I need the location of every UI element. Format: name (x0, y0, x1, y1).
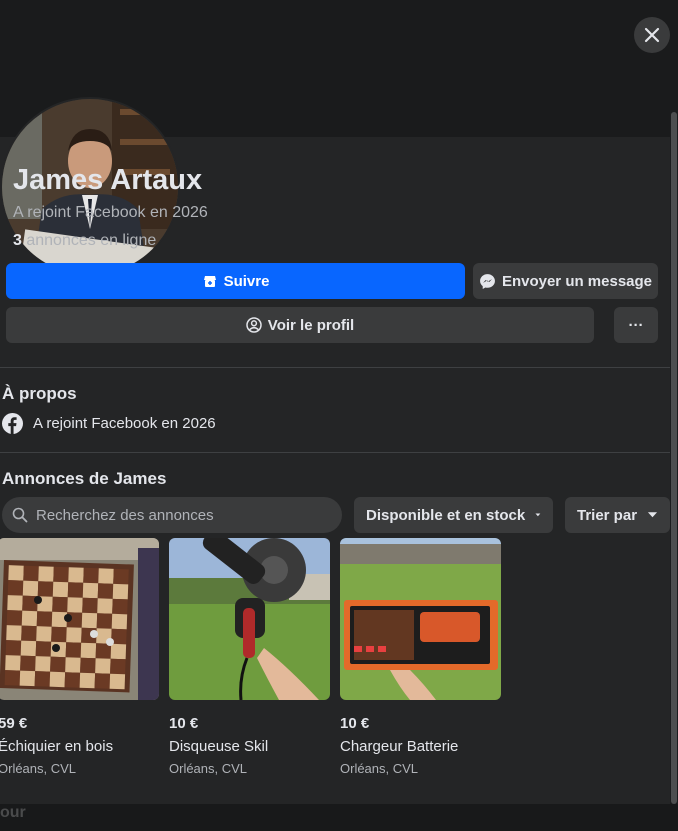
listing-location: Orléans, CVL (169, 761, 248, 776)
sort-dropdown-label: Trier par (577, 506, 638, 524)
profile-joined: A rejoint Facebook en 2026 (13, 204, 208, 221)
listings-count: 3 annonces en ligne (13, 232, 156, 250)
caret-down-icon (535, 513, 541, 517)
search-listings[interactable] (2, 497, 342, 533)
listing-photo-chessboard[interactable] (0, 538, 159, 700)
profile-name: James Artaux (13, 164, 203, 196)
listing-card[interactable]: 10 € Chargeur Batterie Orléans, CVL (340, 538, 501, 776)
view-profile-label: Voir le profil (267, 316, 355, 334)
more-options-icon: ··· (628, 316, 644, 334)
listing-title: Disqueuse Skil (169, 738, 269, 755)
divider (0, 452, 670, 453)
listing-price: 10 € (340, 715, 370, 732)
sort-dropdown[interactable]: Trier par (565, 497, 670, 533)
follow-button-label: Suivre (223, 272, 270, 290)
listings-count-number: 3 (13, 232, 22, 249)
availability-dropdown[interactable]: Disponible et en stock (354, 497, 553, 533)
more-options-button[interactable]: ··· (614, 307, 658, 343)
listing-photo-grinder[interactable] (169, 538, 330, 700)
listing-location: Orléans, CVL (340, 761, 419, 776)
about-joined-row: A rejoint Facebook en 2026 (2, 412, 216, 434)
close-icon (644, 27, 660, 43)
scrollbar-thumb[interactable] (671, 112, 677, 804)
send-message-label: Envoyer un message (501, 272, 653, 290)
listing-title: Chargeur Batterie (340, 738, 459, 755)
divider (0, 367, 670, 368)
bottom-section-peek: our (0, 804, 26, 821)
facebook-icon (2, 412, 23, 434)
about-heading: À propos (2, 384, 77, 403)
search-icon (12, 507, 28, 523)
listing-price: 10 € (169, 715, 199, 732)
availability-dropdown-label: Disponible et en stock (366, 506, 526, 524)
messenger-icon (480, 273, 495, 289)
search-input[interactable] (34, 505, 328, 525)
send-message-button[interactable]: Envoyer un message (473, 263, 658, 299)
caret-down-icon (647, 512, 658, 518)
close-button[interactable] (634, 17, 670, 53)
listing-location: Orléans, CVL (0, 761, 77, 776)
listings-heading: Annonces de James (2, 469, 167, 488)
listing-card[interactable]: 10 € Disqueuse Skil Orléans, CVL (169, 538, 330, 776)
listings-count-label: annonces en ligne (21, 232, 157, 249)
store-follow-icon (203, 276, 216, 287)
listing-photo-charger[interactable] (340, 538, 501, 700)
view-profile-button[interactable]: Voir le profil (6, 307, 594, 343)
listing-card[interactable]: 59 € Échiquier en bois Orléans, CVL (0, 538, 159, 776)
about-joined-text: A rejoint Facebook en 2026 (33, 414, 216, 432)
follow-button[interactable]: Suivre (6, 263, 465, 299)
listing-price: 59 € (0, 715, 28, 732)
listing-title: Échiquier en bois (0, 738, 114, 755)
user-circle-icon (246, 317, 262, 333)
